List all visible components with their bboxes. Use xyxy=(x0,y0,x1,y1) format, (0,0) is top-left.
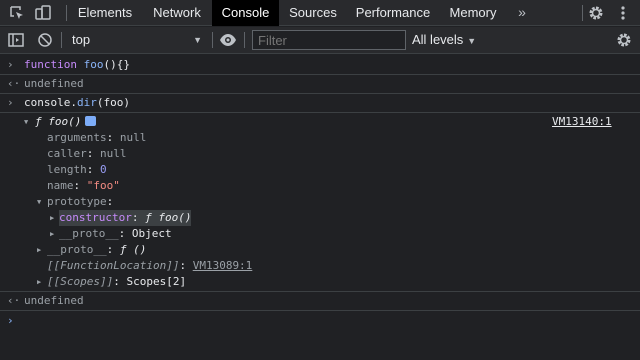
tree-item-expandable[interactable]: ▶ __proto__: Object xyxy=(0,226,640,242)
tree-item: name: "foo" xyxy=(47,179,120,192)
more-menu-icon[interactable] xyxy=(617,4,629,22)
tree-item-expandable[interactable]: ▼ prototype: xyxy=(0,194,640,210)
property-key: length xyxy=(47,163,87,176)
settings-gear-icon[interactable] xyxy=(587,4,605,22)
console-input-row: › function foo(){} xyxy=(0,57,640,75)
log-levels-dropdown[interactable]: All levels ▼ xyxy=(412,29,476,51)
tree-item: length: 0 xyxy=(47,163,107,176)
input-code: function foo(){} xyxy=(24,58,130,71)
property-key: __proto__ xyxy=(47,243,107,256)
property-key: prototype xyxy=(47,195,107,208)
expand-triangle-icon[interactable]: ▼ xyxy=(24,114,28,130)
tab-console[interactable]: Console xyxy=(212,0,279,26)
info-badge-icon[interactable] xyxy=(85,116,97,126)
property-value: null xyxy=(100,147,127,160)
function-label: ƒ foo() xyxy=(35,114,97,130)
property-key: [[Scopes]] xyxy=(47,275,114,288)
tree-item-expandable[interactable]: ▶ constructor: ƒ foo() xyxy=(0,210,640,226)
tab-sources[interactable]: Sources xyxy=(279,0,347,26)
property-value: Scopes[2] xyxy=(126,275,187,288)
object-tree-root[interactable]: ▼ ƒ foo() VM13140:1 xyxy=(0,114,640,130)
tab-network[interactable]: Network xyxy=(142,0,212,26)
tree-item: caller: null xyxy=(47,147,127,160)
collapsed-triangle-icon[interactable]: ▶ xyxy=(37,242,41,258)
console-result-row: ‹· undefined xyxy=(0,293,640,311)
collapsed-triangle-icon[interactable]: ▶ xyxy=(37,274,41,290)
tab-elements[interactable]: Elements xyxy=(68,0,142,26)
toolbar-divider xyxy=(244,32,245,48)
result-arrow-icon: ‹· xyxy=(7,294,21,307)
property-value: foo() xyxy=(158,211,192,224)
property-value: "foo" xyxy=(86,179,120,192)
property-value: Object xyxy=(131,227,172,240)
device-toggle-icon[interactable] xyxy=(34,4,52,22)
property-key: name xyxy=(47,179,74,192)
toolbar-divider xyxy=(61,32,62,48)
property-value: 0 xyxy=(100,163,107,176)
property-key: constructor xyxy=(59,211,132,224)
console-output: › function foo(){} ‹· undefined › consol… xyxy=(0,55,640,360)
collapsed-triangle-icon[interactable]: ▶ xyxy=(50,210,54,226)
expand-triangle-icon[interactable]: ▼ xyxy=(37,194,41,210)
log-levels-value: All levels xyxy=(412,32,464,47)
toolbar-divider xyxy=(582,5,583,21)
tab-memory[interactable]: Memory xyxy=(439,0,507,26)
toolbar-divider xyxy=(66,5,67,21)
result-arrow-icon: ‹· xyxy=(7,77,21,90)
devtools-tab-bar: Elements Network Console Sources Perform… xyxy=(0,0,640,26)
property-key: caller xyxy=(47,147,87,160)
console-settings-icon[interactable] xyxy=(615,31,633,49)
result-value: undefined xyxy=(24,77,84,90)
caret-down-icon: ▼ xyxy=(193,35,202,45)
console-result-row: ‹· undefined xyxy=(0,76,640,94)
property-value: () xyxy=(133,243,147,256)
property-key: [[FunctionLocation]] xyxy=(47,259,180,272)
property-key: __proto__ xyxy=(59,227,119,240)
function-location-link[interactable]: VM13089:1 xyxy=(193,259,253,272)
result-value: undefined xyxy=(24,294,84,307)
eye-icon[interactable] xyxy=(219,31,237,49)
console-input-row: › console.dir(foo) xyxy=(0,95,640,113)
property-key: arguments xyxy=(47,131,107,144)
collapsed-triangle-icon[interactable]: ▶ xyxy=(50,226,54,242)
tree-item-expandable[interactable]: ▶ [[Scopes]]: Scopes[2] xyxy=(0,274,640,292)
chevron-right-icon: › xyxy=(7,96,14,109)
prompt-chevron-icon: › xyxy=(7,314,14,327)
context-selector-value: top xyxy=(72,32,91,47)
console-toolbar: top ▼ All levels▼ xyxy=(0,27,640,54)
tree-item: [[FunctionLocation]]: VM13089:1 xyxy=(47,259,253,272)
console-prompt[interactable]: › xyxy=(0,313,640,329)
input-code: console.dir(foo) xyxy=(24,96,130,109)
source-link[interactable]: VM13140:1 xyxy=(552,114,612,130)
chevron-right-icon: › xyxy=(7,58,14,71)
caret-down-icon: ▼ xyxy=(467,36,477,46)
context-selector[interactable]: top ▼ xyxy=(64,29,208,51)
double-chevron-icon[interactable]: » xyxy=(513,0,531,26)
tab-performance[interactable]: Performance xyxy=(347,0,439,26)
toolbar-divider xyxy=(212,32,213,48)
tree-item: arguments: null xyxy=(47,131,147,144)
filter-input[interactable] xyxy=(252,30,406,50)
property-value: null xyxy=(119,131,147,144)
sidebar-toggle-icon[interactable] xyxy=(7,31,25,49)
clear-console-icon[interactable] xyxy=(36,31,54,49)
inspect-icon[interactable] xyxy=(8,4,26,22)
tree-item-expandable[interactable]: ▶ __proto__: ƒ () xyxy=(0,242,640,258)
